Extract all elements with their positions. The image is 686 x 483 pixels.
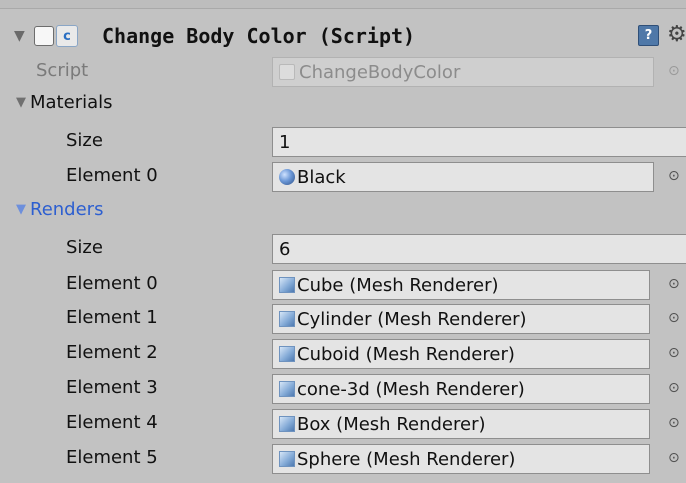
renders-element-value: cone-3d (Mesh Renderer)	[297, 378, 525, 400]
materials-element-label: Element 0	[66, 165, 158, 186]
renders-element-row: Element 5 Sphere (Mesh Renderer) ⊙	[0, 443, 686, 477]
renders-size-value: 6	[279, 238, 291, 260]
top-divider	[0, 0, 686, 9]
triangle-down-icon: ▼	[16, 202, 26, 217]
object-picker-icon[interactable]: ⊙	[668, 380, 680, 396]
object-picker-icon[interactable]: ⊙	[668, 276, 680, 292]
renders-size-label: Size	[66, 237, 103, 258]
renders-label[interactable]: ▼ Renders	[16, 199, 103, 220]
renders-element-value: Sphere (Mesh Renderer)	[297, 448, 516, 470]
renders-element-label: Element 5	[66, 447, 158, 468]
object-picker-icon[interactable]: ⊙	[668, 345, 680, 361]
help-book-icon[interactable]: ?	[638, 25, 659, 46]
object-picker-icon[interactable]: ⊙	[668, 168, 680, 184]
script-label: Script	[36, 60, 89, 81]
object-picker-icon: ⊙	[668, 63, 680, 79]
materials-size-value: 1	[279, 131, 291, 153]
renders-label-text: Renders	[30, 199, 104, 220]
object-picker-icon[interactable]: ⊙	[668, 415, 680, 431]
renders-element-field[interactable]: Cuboid (Mesh Renderer)	[272, 339, 650, 369]
mesh-renderer-icon	[279, 451, 295, 467]
renders-size-input[interactable]: 6	[272, 234, 686, 264]
csharp-script-icon: c	[56, 25, 78, 47]
material-sphere-icon	[279, 169, 295, 185]
materials-size-label: Size	[66, 130, 103, 151]
mesh-renderer-icon	[279, 311, 295, 327]
renders-element-field[interactable]: Cube (Mesh Renderer)	[272, 270, 650, 300]
materials-foldout[interactable]: ▼ Materials	[0, 88, 686, 122]
mesh-renderer-icon	[279, 416, 295, 432]
component-header[interactable]: ▼ c Change Body Color (Script) ? ⚙	[0, 16, 686, 56]
gear-icon[interactable]: ⚙	[667, 22, 686, 47]
renders-element-row: Element 3 cone-3d (Mesh Renderer) ⊙	[0, 373, 686, 407]
renders-element-value: Cuboid (Mesh Renderer)	[297, 343, 515, 365]
materials-size-row: Size 1	[0, 126, 686, 160]
renders-element-value: Cylinder (Mesh Renderer)	[297, 308, 527, 330]
script-field: ChangeBodyColor	[272, 57, 654, 87]
inspector-panel: ▼ c Change Body Color (Script) ? ⚙ Scrip…	[0, 0, 686, 483]
renders-element-label: Element 3	[66, 377, 158, 398]
renders-element-field[interactable]: cone-3d (Mesh Renderer)	[272, 374, 650, 404]
materials-label[interactable]: ▼ Materials	[16, 92, 113, 113]
mesh-renderer-icon	[279, 277, 295, 293]
script-row: Script ChangeBodyColor ⊙	[0, 56, 686, 90]
renders-element-value: Cube (Mesh Renderer)	[297, 274, 499, 296]
script-value: ChangeBodyColor	[299, 61, 461, 83]
renders-element-label: Element 4	[66, 412, 158, 433]
materials-element-value: Black	[297, 166, 346, 188]
object-picker-icon[interactable]: ⊙	[668, 450, 680, 466]
renders-element-row: Element 4 Box (Mesh Renderer) ⊙	[0, 408, 686, 442]
renders-foldout[interactable]: ▼ Renders	[0, 195, 686, 229]
renders-element-field[interactable]: Cylinder (Mesh Renderer)	[272, 304, 650, 334]
mesh-renderer-icon	[279, 381, 295, 397]
renders-element-field[interactable]: Sphere (Mesh Renderer)	[272, 444, 650, 474]
materials-label-text: Materials	[30, 92, 113, 113]
triangle-down-icon[interactable]: ▼	[14, 28, 30, 44]
renders-element-value: Box (Mesh Renderer)	[297, 413, 486, 435]
triangle-down-icon: ▼	[16, 95, 26, 110]
mesh-renderer-icon	[279, 346, 295, 362]
materials-element-field[interactable]: Black	[272, 162, 654, 192]
object-picker-icon[interactable]: ⊙	[668, 310, 680, 326]
renders-element-label: Element 0	[66, 273, 158, 294]
renders-element-row: Element 0 Cube (Mesh Renderer) ⊙	[0, 269, 686, 303]
renders-element-label: Element 1	[66, 307, 158, 328]
materials-element-row: Element 0 Black ⊙	[0, 161, 686, 195]
renders-size-row: Size 6	[0, 233, 686, 267]
materials-size-input[interactable]: 1	[272, 127, 686, 157]
renders-element-row: Element 1 Cylinder (Mesh Renderer) ⊙	[0, 303, 686, 337]
component-title: Change Body Color (Script)	[102, 24, 416, 48]
script-file-icon	[279, 64, 295, 80]
renders-element-field[interactable]: Box (Mesh Renderer)	[272, 409, 650, 439]
checkbox-icon[interactable]	[34, 26, 54, 46]
renders-element-label: Element 2	[66, 342, 158, 363]
renders-element-row: Element 2 Cuboid (Mesh Renderer) ⊙	[0, 338, 686, 372]
